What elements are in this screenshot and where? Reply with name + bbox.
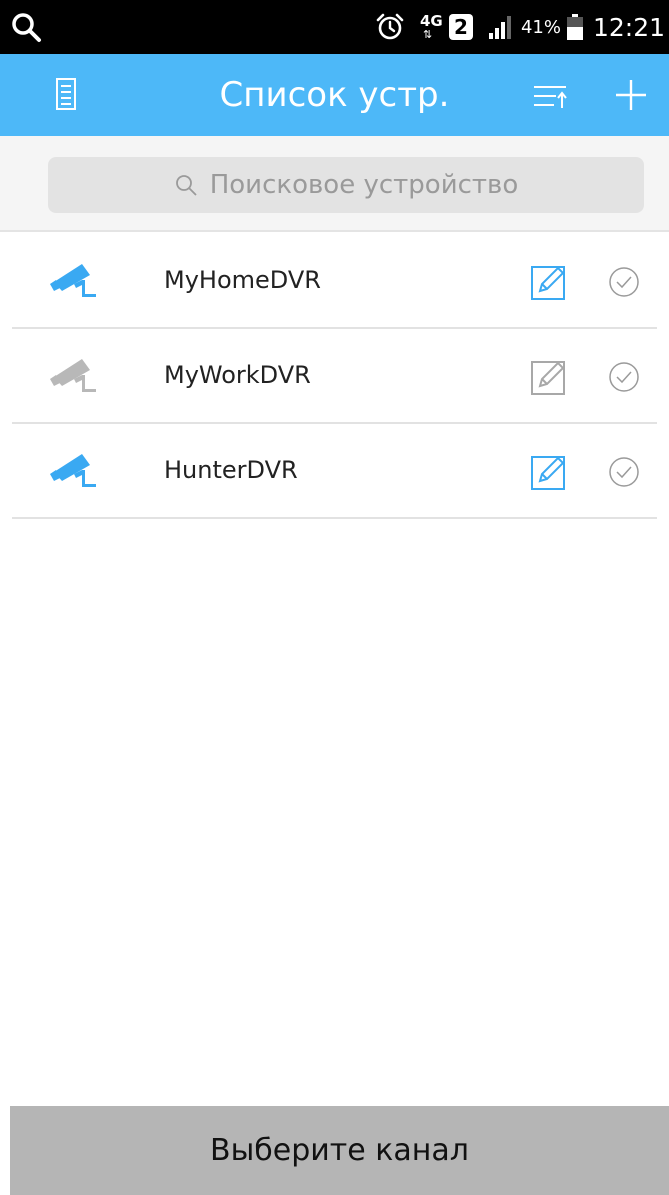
search-icon	[175, 175, 197, 196]
edit-icon[interactable]	[530, 453, 568, 491]
status-icons: 4G ⇅ 2 41% 12:21	[375, 0, 665, 54]
sort-icon[interactable]	[528, 76, 572, 116]
battery-icon	[566, 14, 583, 40]
alarm-icon	[376, 13, 404, 40]
check-circle-icon[interactable]	[608, 361, 640, 393]
edit-icon[interactable]	[530, 263, 568, 301]
device-list: MyHomeDVR MyWorkDVR HunterDVR	[0, 234, 669, 519]
add-icon[interactable]	[610, 74, 652, 116]
search-area: Поисковое устройство	[0, 136, 669, 232]
device-row-hunterdvr[interactable]: HunterDVR	[12, 424, 657, 519]
search-input[interactable]: Поисковое устройство	[48, 157, 644, 213]
clock: 12:21	[592, 12, 665, 42]
device-name: MyWorkDVR	[164, 361, 311, 389]
battery-percent: 41%	[520, 16, 561, 38]
camera-icon	[50, 264, 96, 297]
search-icon	[12, 13, 41, 42]
camera-icon	[50, 359, 96, 392]
select-channel-button[interactable]: Выберите канал	[10, 1106, 669, 1195]
screen: 4G ⇅ 2 41% 12:21 Список устр. Поисковое …	[0, 0, 669, 1195]
device-row-myworkdvr[interactable]: MyWorkDVR	[12, 329, 657, 424]
sim-badge: 2	[448, 14, 473, 40]
data-arrows-icon: ⇅	[422, 28, 433, 41]
network-indicator: 4G ⇅	[419, 9, 443, 45]
device-row-myhomedvr[interactable]: MyHomeDVR	[12, 234, 657, 329]
app-bar: Список устр.	[0, 54, 669, 136]
check-circle-icon[interactable]	[608, 456, 640, 488]
signal-icon	[488, 16, 511, 39]
status-bar: 4G ⇅ 2 41% 12:21	[0, 0, 669, 54]
device-name: HunterDVR	[164, 456, 298, 484]
search-placeholder: Поисковое устройство	[209, 170, 519, 200]
device-name: MyHomeDVR	[164, 266, 321, 294]
camera-icon	[50, 454, 96, 487]
check-circle-icon[interactable]	[608, 266, 640, 298]
edit-icon[interactable]	[530, 358, 568, 396]
